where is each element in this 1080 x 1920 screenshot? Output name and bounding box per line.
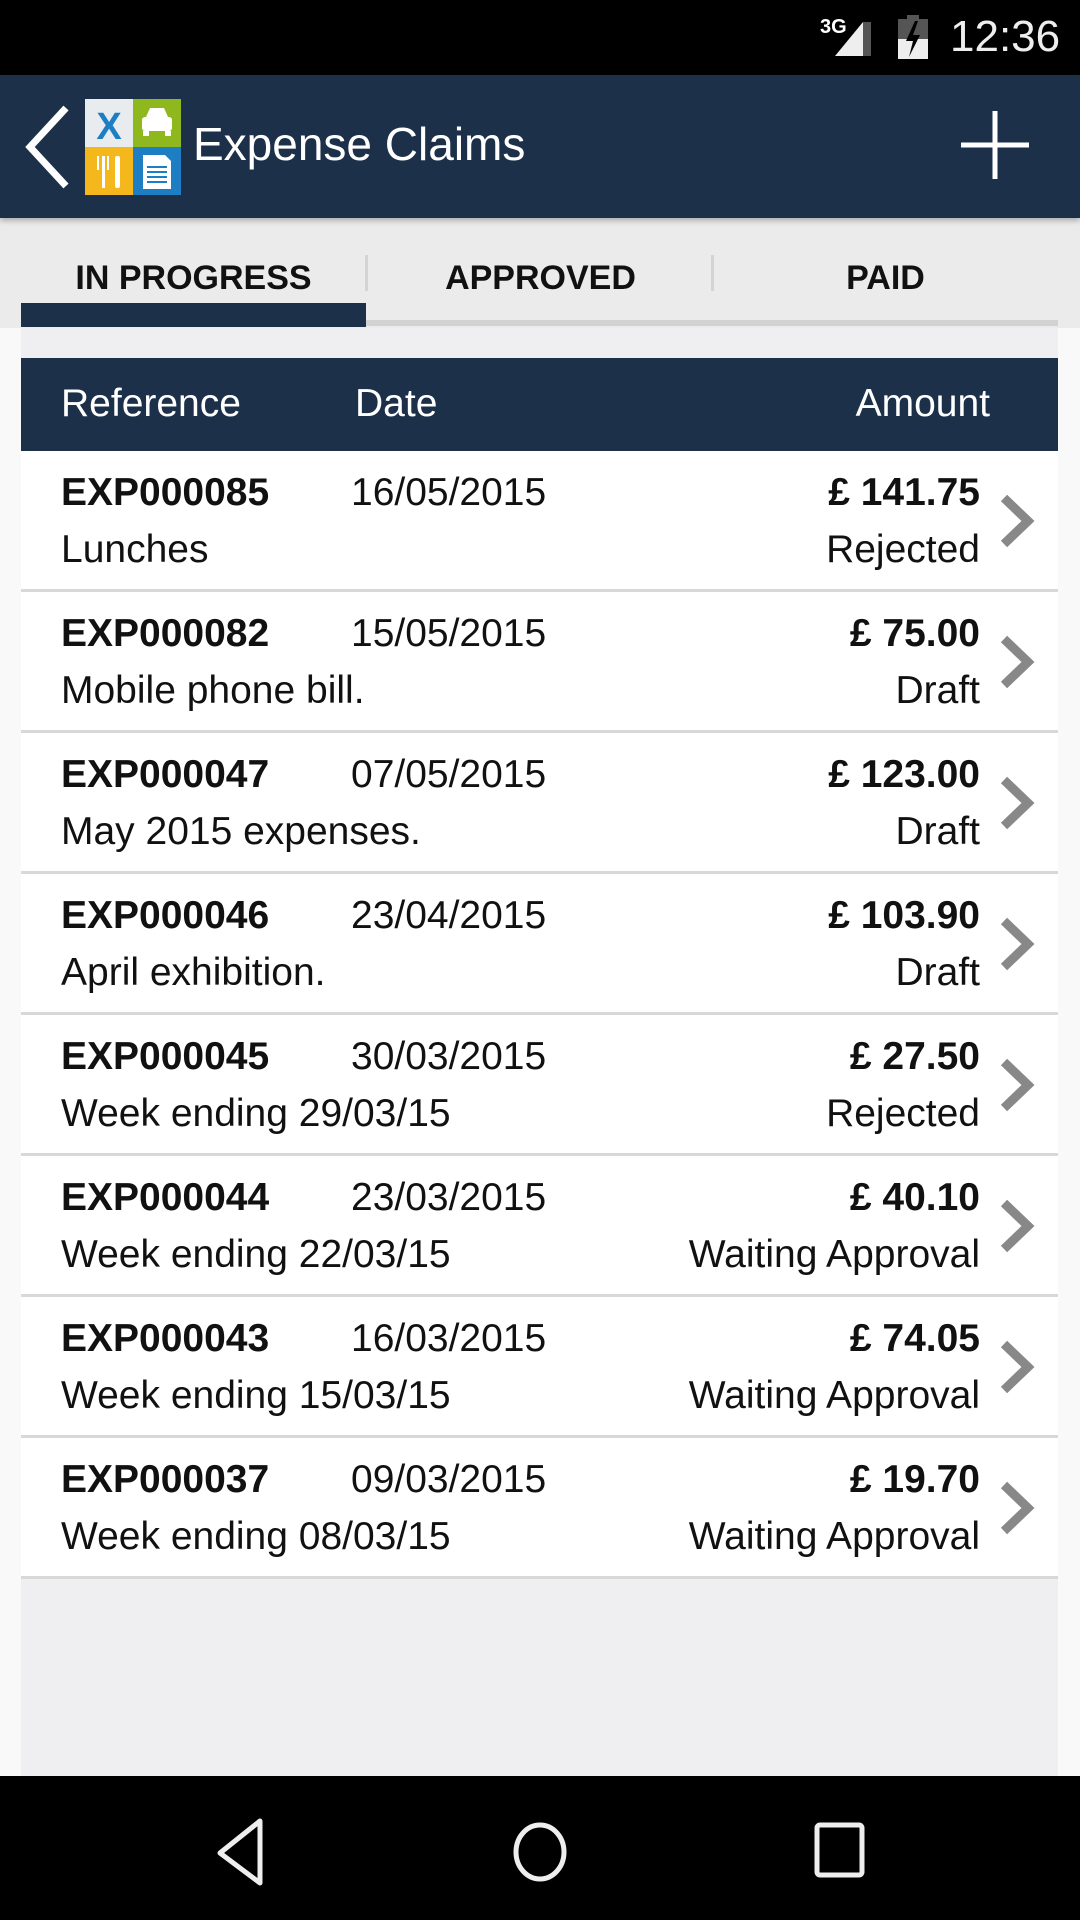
tab-in-progress[interactable]: IN PROGRESS [21, 248, 366, 308]
claim-status: Waiting Approval [688, 1374, 980, 1417]
claim-reference: EXP000082 [61, 612, 270, 655]
chevron-right-icon [1000, 494, 1035, 548]
claim-status: Draft [895, 810, 980, 853]
claim-description: Mobile phone bill. [61, 669, 365, 712]
chevron-right-icon [1000, 776, 1035, 830]
claim-amount: £ 123.00 [828, 753, 980, 796]
claim-status: Waiting Approval [688, 1233, 980, 1276]
claim-date: 23/04/2015 [351, 894, 547, 937]
claim-date: 30/03/2015 [351, 1035, 547, 1078]
active-tab-indicator [21, 303, 366, 327]
chevron-right-icon [1000, 1481, 1035, 1535]
table-header: Reference Date Amount [21, 358, 1058, 451]
claim-row[interactable]: EXP000037 09/03/2015 Week ending 08/03/15 £… [21, 1438, 1058, 1579]
claim-reference: EXP000037 [61, 1458, 270, 1501]
chevron-right-icon [1000, 1340, 1035, 1394]
clock: 12:36 [950, 12, 1061, 61]
claim-reference: EXP000043 [61, 1317, 270, 1360]
claim-description: Week ending 22/03/15 [61, 1233, 451, 1276]
nav-back-icon[interactable] [200, 1811, 280, 1891]
claim-description: May 2015 expenses. [61, 810, 421, 853]
nav-recents-icon[interactable] [800, 1811, 880, 1891]
tab-paid[interactable]: PAID [713, 248, 1058, 308]
battery-charging-icon [898, 15, 928, 59]
app-logo-icon: X [85, 99, 181, 195]
claim-amount: £ 19.70 [849, 1458, 980, 1501]
claim-row[interactable]: EXP000085 16/05/2015 Lunches £ 141.75 Reject… [21, 451, 1058, 592]
signal-icon [835, 22, 871, 56]
claim-status: Waiting Approval [688, 1515, 980, 1558]
claim-row[interactable]: EXP000047 07/05/2015 May 2015 expenses. £ 1… [21, 733, 1058, 874]
claim-date: 09/03/2015 [351, 1458, 547, 1501]
claim-description: Week ending 08/03/15 [61, 1515, 451, 1558]
claim-date: 23/03/2015 [351, 1176, 547, 1219]
claim-reference: EXP000046 [61, 894, 270, 937]
claim-amount: £ 27.50 [849, 1035, 980, 1078]
app-bar: X Expense Claims [0, 75, 1080, 218]
claim-row[interactable]: EXP000043 16/03/2015 Week ending 15/03/15 £… [21, 1297, 1058, 1438]
header-reference: Reference [61, 382, 241, 425]
chevron-right-icon [1000, 635, 1035, 689]
claim-row[interactable]: EXP000046 23/04/2015 April exhibition. £ 10… [21, 874, 1058, 1015]
nav-home-icon[interactable] [500, 1811, 580, 1891]
claim-amount: £ 103.90 [828, 894, 980, 937]
claim-date: 16/05/2015 [351, 471, 547, 514]
claim-reference: EXP000044 [61, 1176, 270, 1219]
status-bar: 3G 12:36 [0, 0, 1080, 75]
claim-description: Week ending 15/03/15 [61, 1374, 451, 1417]
tab-bar: IN PROGRESS APPROVED PAID [0, 218, 1080, 328]
chevron-right-icon [1000, 917, 1035, 971]
claims-list: EXP000085 16/05/2015 Lunches £ 141.75 Reject… [21, 451, 1058, 1579]
claim-date: 07/05/2015 [351, 753, 547, 796]
claim-reference: EXP000045 [61, 1035, 270, 1078]
claim-status: Rejected [826, 528, 980, 571]
claim-reference: EXP000047 [61, 753, 270, 796]
svg-text:X: X [96, 106, 122, 148]
header-date: Date [355, 382, 438, 425]
claim-row[interactable]: EXP000044 23/03/2015 Week ending 22/03/15 £… [21, 1156, 1058, 1297]
chevron-right-icon [1000, 1199, 1035, 1253]
claim-amount: £ 74.05 [849, 1317, 980, 1360]
claim-description: Week ending 29/03/15 [61, 1092, 451, 1135]
claim-date: 15/05/2015 [351, 612, 547, 655]
claim-status: Draft [895, 951, 980, 994]
claim-description: April exhibition. [61, 951, 326, 994]
add-claim-button[interactable] [955, 105, 1035, 185]
claim-amount: £ 141.75 [828, 471, 980, 514]
chevron-right-icon [1000, 1058, 1035, 1112]
claim-amount: £ 75.00 [849, 612, 980, 655]
claim-row[interactable]: EXP000045 30/03/2015 Week ending 29/03/15 £… [21, 1015, 1058, 1156]
claim-status: Rejected [826, 1092, 980, 1135]
claim-status: Draft [895, 669, 980, 712]
page-title: Expense Claims [193, 118, 526, 170]
back-button[interactable] [20, 100, 76, 195]
tab-approved[interactable]: APPROVED [368, 248, 713, 308]
claim-amount: £ 40.10 [849, 1176, 980, 1219]
system-nav-bar [0, 1776, 1080, 1920]
claim-reference: EXP000085 [61, 471, 270, 514]
claim-row[interactable]: EXP000082 15/05/2015 Mobile phone bill. £ 7… [21, 592, 1058, 733]
header-amount: Amount [855, 382, 990, 425]
claim-description: Lunches [61, 528, 209, 571]
claim-date: 16/03/2015 [351, 1317, 547, 1360]
